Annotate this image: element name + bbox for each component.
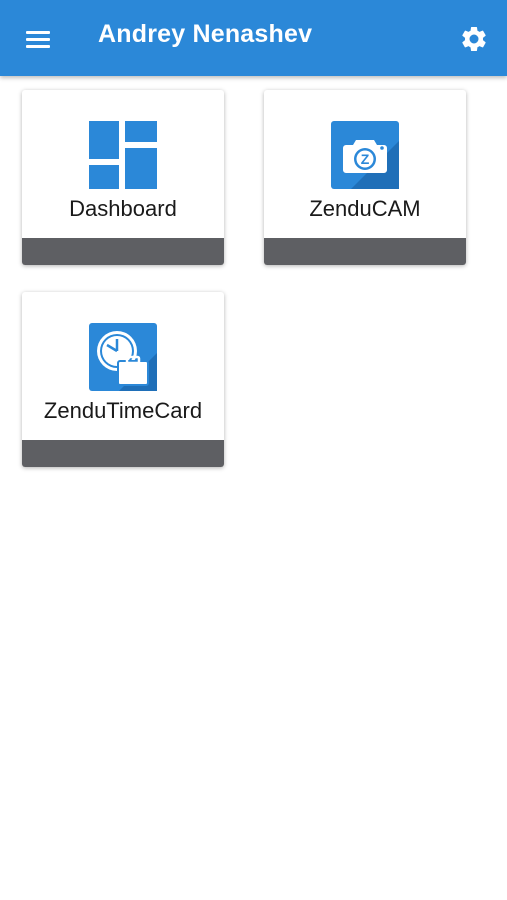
tile-label: ZenduTimeCard xyxy=(43,398,203,423)
dashboard-grid-icon xyxy=(89,121,157,189)
app-bar: Andrey Nenashev xyxy=(0,0,507,76)
clock-briefcase-icon xyxy=(89,323,157,391)
camera-icon: Z xyxy=(331,121,399,189)
settings-button[interactable] xyxy=(459,24,489,54)
tile-footer xyxy=(22,238,224,265)
tile-footer xyxy=(264,238,466,265)
tile-footer xyxy=(22,440,224,467)
tile-label: ZenduCAM xyxy=(309,196,421,221)
hamburger-menu-icon xyxy=(26,31,50,34)
svg-text:Z: Z xyxy=(361,151,370,167)
gear-icon xyxy=(462,26,486,51)
tile-zendutimecard[interactable]: ZenduTimeCard xyxy=(22,292,224,467)
tile-zenducam[interactable]: Z ZenduCAM xyxy=(264,90,466,265)
tile-dashboard[interactable]: Dashboard xyxy=(22,90,224,265)
tile-label: Dashboard xyxy=(69,196,177,221)
menu-button[interactable] xyxy=(22,26,56,52)
page-title: Andrey Nenashev xyxy=(98,20,313,48)
